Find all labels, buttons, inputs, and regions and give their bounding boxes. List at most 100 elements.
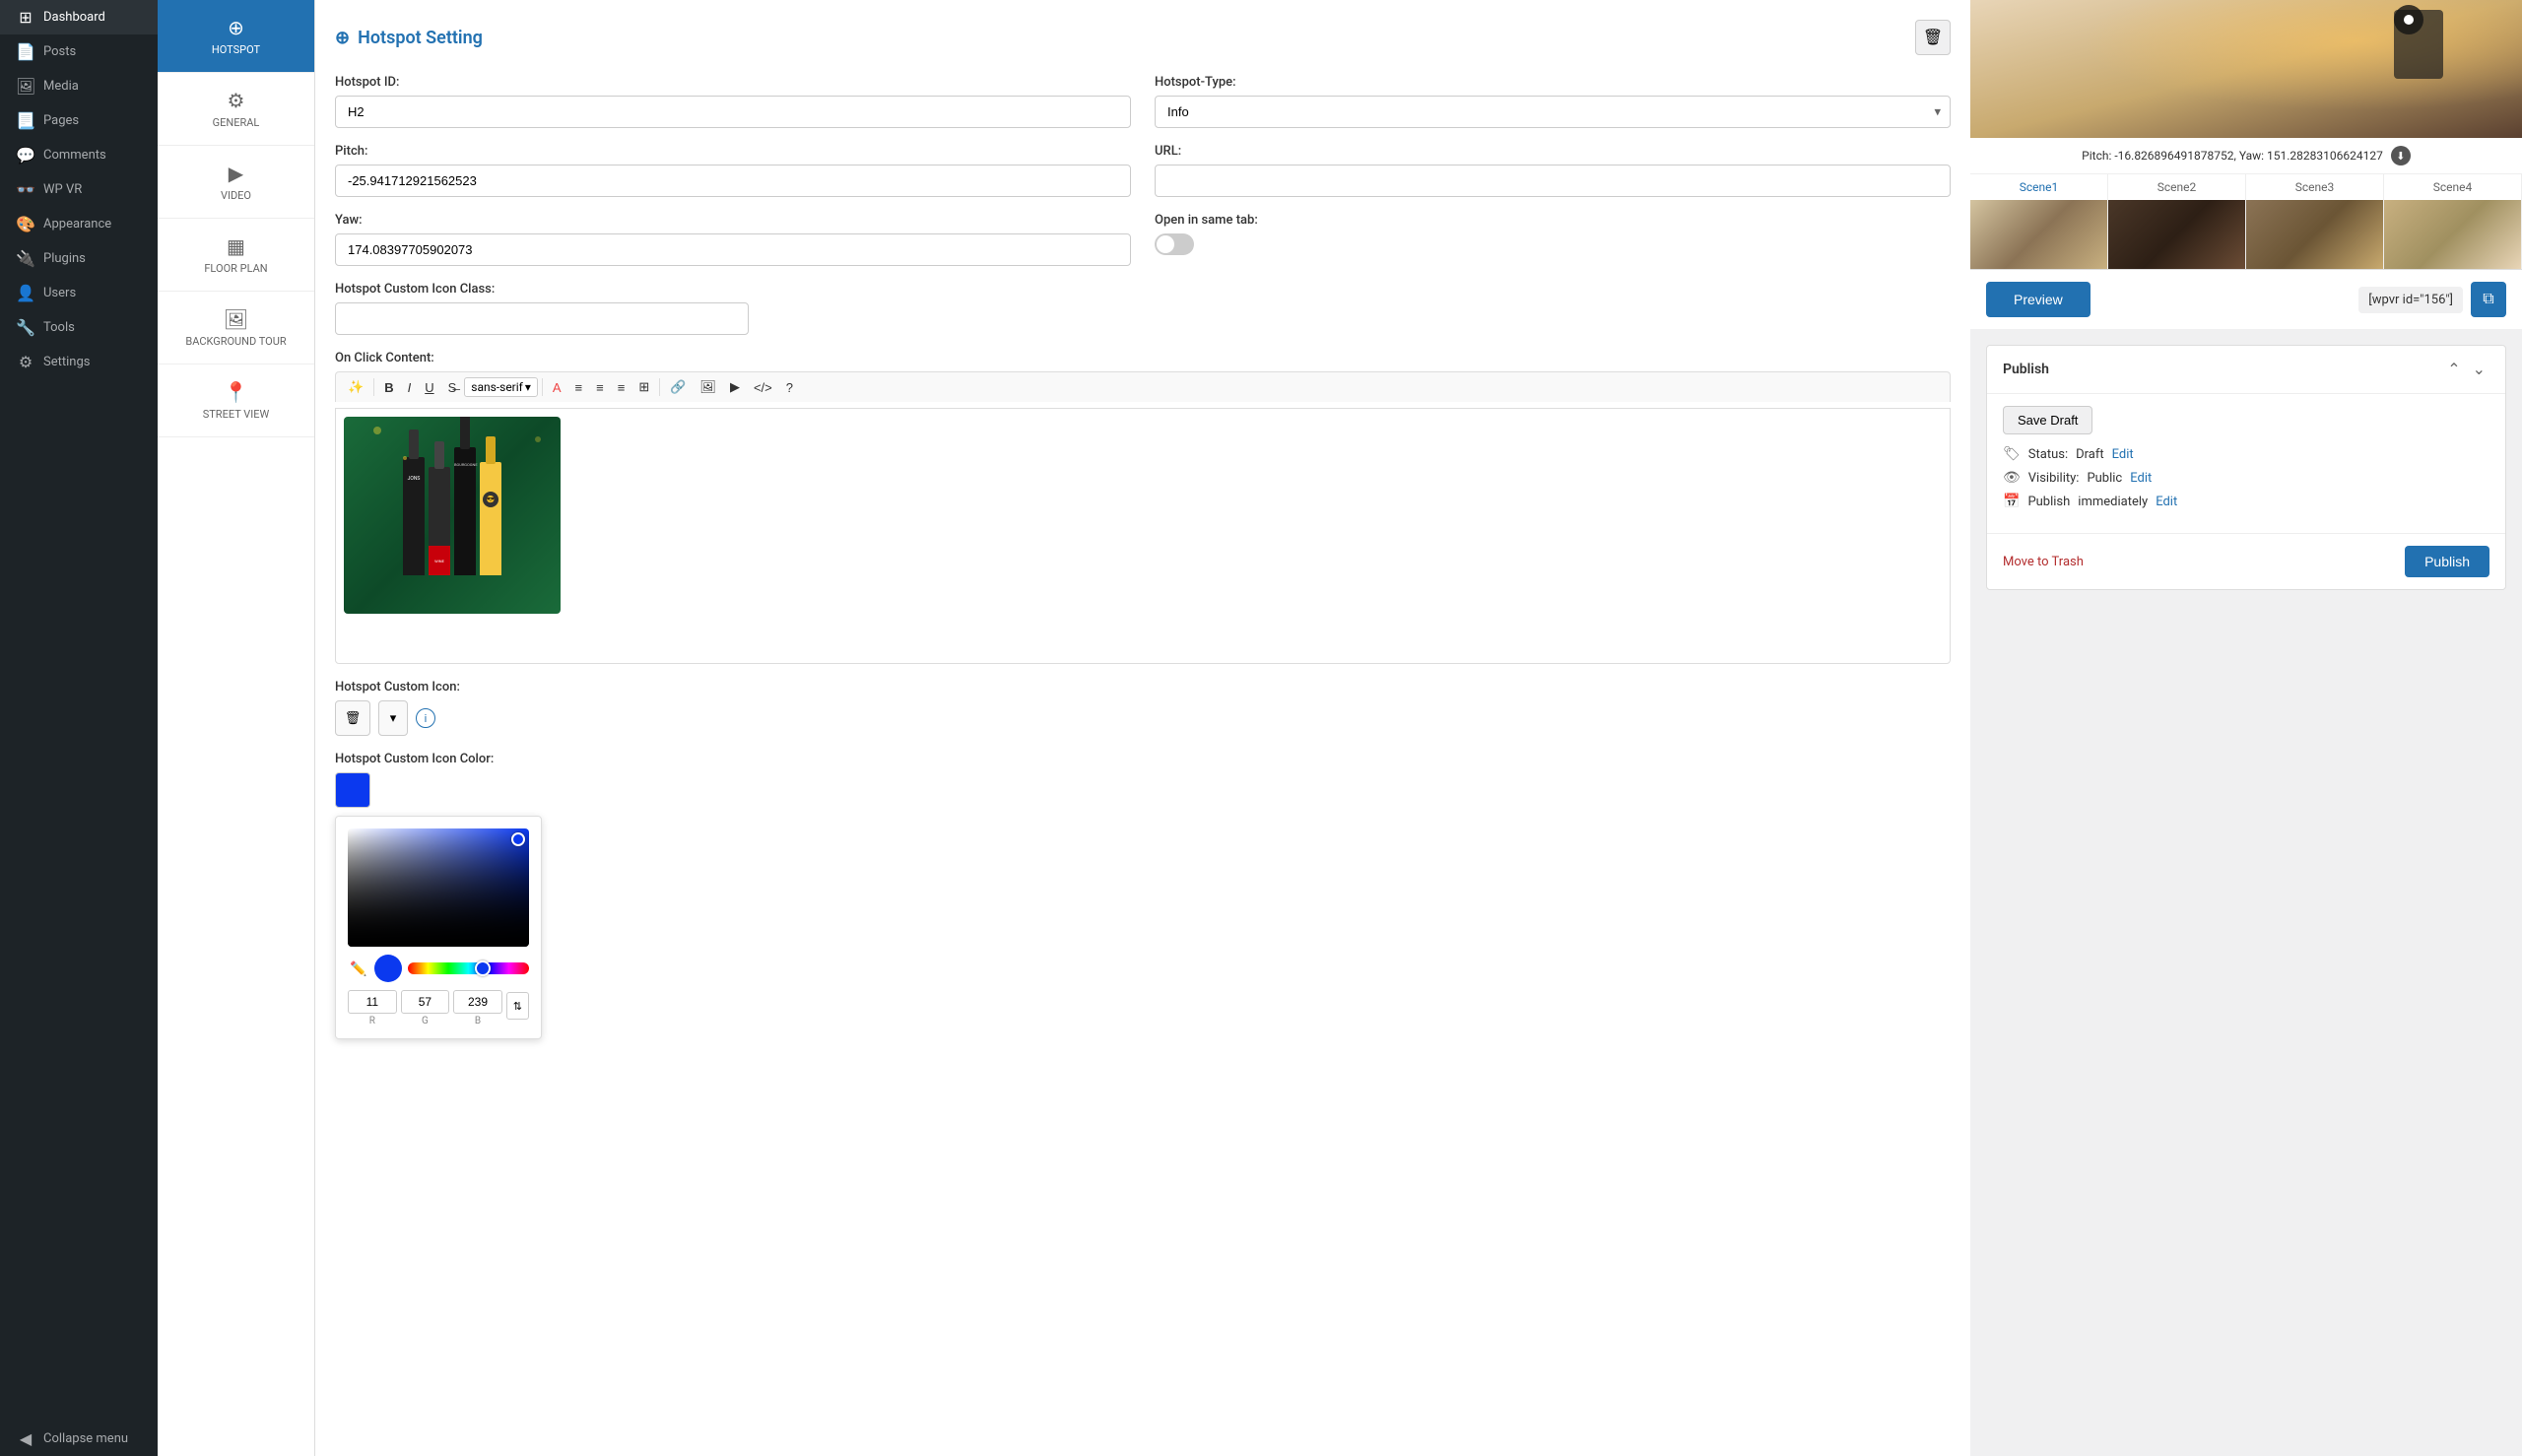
bottle-neck-4 — [486, 436, 496, 464]
custom-icon-class-group: Hotspot Custom Icon Class: — [335, 282, 1951, 335]
sidebar-item-comments[interactable]: 💬 Comments — [0, 138, 158, 172]
publish-when-edit-link[interactable]: Edit — [2156, 495, 2177, 509]
sidebar-item-plugins[interactable]: 🔌 Plugins — [0, 241, 158, 276]
sidebar-item-settings[interactable]: ⚙ Settings — [0, 345, 158, 379]
preview-button[interactable]: Preview — [1986, 282, 2091, 317]
sec-sidebar-hotspot[interactable]: ⊕ HOTSPOT — [158, 0, 314, 73]
sidebar-item-posts[interactable]: 📄 Posts — [0, 34, 158, 69]
rte-link-btn[interactable]: 🔗 — [664, 376, 692, 398]
rte-strikethrough-button[interactable]: S̶ — [442, 377, 463, 398]
media-icon: 🖼 — [16, 77, 35, 96]
scene-tab-3[interactable]: Scene3 — [2246, 174, 2384, 269]
eyedropper-button[interactable]: ✏️ — [348, 959, 368, 979]
rte-media-btn[interactable]: ▶ — [724, 376, 746, 398]
sidebar-item-collapse[interactable]: ◀ Collapse menu — [0, 1422, 158, 1456]
color-circle-handle[interactable] — [511, 832, 525, 846]
publish-collapse-down-button[interactable]: ⌄ — [2469, 358, 2489, 381]
r-input[interactable] — [348, 990, 397, 1014]
rte-font-family-dropdown[interactable]: sans-serif ▾ — [464, 377, 538, 397]
hotspot-type-select-wrapper: Info Link Custom — [1155, 96, 1951, 128]
visibility-icon: 👁 — [2003, 470, 2021, 486]
b-col: B — [453, 990, 502, 1026]
plugins-icon: 🔌 — [16, 249, 35, 268]
hotspot-panel: ⊕ Hotspot Setting 🗑 Hotspot ID: Hotspot-… — [315, 0, 1970, 1059]
secondary-sidebar: ⊕ HOTSPOT ⚙ GENERAL ▶ VIDEO ▦ FLOOR PLAN… — [158, 0, 315, 1456]
icon-info-button[interactable]: i — [416, 708, 435, 728]
sidebar-item-users[interactable]: 👤 Users — [0, 276, 158, 310]
rte-table-btn[interactable]: ⊞ — [632, 376, 655, 398]
visibility-edit-link[interactable]: Edit — [2130, 471, 2152, 486]
on-click-rte-content[interactable]: JONS WINE BOURGOGNE — [335, 408, 1951, 664]
scene-tab-3-label: Scene3 — [2290, 174, 2341, 200]
rte-code-btn[interactable]: </> — [748, 377, 778, 398]
calendar-icon: 📅 — [2003, 494, 2020, 509]
scene-thumb-img-3 — [2246, 200, 2383, 269]
move-trash-link[interactable]: Move to Trash — [2003, 555, 2084, 569]
publish-panel: Publish ⌃ ⌄ Save Draft 🏷 Status: Draft E… — [1986, 345, 2506, 590]
status-label: Status: — [2028, 447, 2068, 462]
sidebar-item-dashboard[interactable]: ⊞ Dashboard — [0, 0, 158, 34]
g-label: G — [422, 1016, 429, 1026]
sidebar-item-appearance[interactable]: 🎨 Appearance — [0, 207, 158, 241]
scene-tab-2[interactable]: Scene2 — [2108, 174, 2246, 269]
b-input[interactable] — [453, 990, 502, 1014]
color-gradient[interactable] — [348, 828, 529, 947]
rte-bullet-btn[interactable]: ≡ — [569, 377, 589, 398]
status-edit-link[interactable]: Edit — [2112, 447, 2134, 462]
rte-image-btn[interactable]: 🖼 — [694, 376, 722, 398]
pitch-yaw-text: Pitch: -16.826896491878752, Yaw: 151.282… — [2082, 149, 2383, 163]
scene-tab-1[interactable]: Scene1 — [1970, 174, 2108, 269]
hotspot-type-select[interactable]: Info Link Custom — [1155, 96, 1951, 128]
scene-thumb-img-1 — [1970, 200, 2107, 269]
copy-shortcode-button[interactable]: ⧉ — [2471, 282, 2506, 317]
sec-sidebar-general[interactable]: ⚙ GENERAL — [158, 73, 314, 146]
sec-sidebar-label: FLOOR PLAN — [204, 262, 267, 275]
rte-numbered-btn[interactable]: ≡ — [590, 377, 610, 398]
main-sidebar: ⊞ Dashboard 📄 Posts 🖼 Media 📃 Pages 💬 Co… — [0, 0, 158, 1456]
rte-align-btn[interactable]: ≡ — [612, 377, 631, 398]
preview-image — [1970, 0, 2522, 138]
pitch-input[interactable] — [335, 165, 1131, 197]
appearance-icon: 🎨 — [16, 215, 35, 233]
sidebar-item-tools[interactable]: 🔧 Tools — [0, 310, 158, 345]
download-icon[interactable]: ⬇ — [2391, 146, 2411, 165]
middle-panel: ⊕ Hotspot Setting 🗑 Hotspot ID: Hotspot-… — [315, 0, 1970, 1456]
rte-help-btn[interactable]: ? — [780, 377, 799, 398]
rte-content-inner: JONS WINE BOURGOGNE — [336, 409, 1950, 622]
sec-sidebar-street-view[interactable]: 📍 STREET VIEW — [158, 364, 314, 437]
url-input[interactable] — [1155, 165, 1951, 197]
rainbow-slider-thumb[interactable] — [475, 960, 491, 976]
delete-hotspot-button[interactable]: 🗑 — [1915, 20, 1951, 55]
color-swatch[interactable] — [335, 772, 370, 808]
sidebar-item-wpvr[interactable]: 👓 WP VR — [0, 172, 158, 207]
rte-divider-3 — [659, 378, 660, 396]
icon-dropdown-button[interactable]: ▾ — [378, 700, 408, 736]
rgb-switch-button[interactable]: ⇅ — [506, 992, 529, 1020]
visibility-label: Visibility: — [2028, 471, 2080, 486]
rte-italic-button[interactable]: I — [402, 377, 418, 398]
scene-tab-4[interactable]: Scene4 — [2384, 174, 2522, 269]
rte-magic-btn[interactable]: ✨ — [342, 376, 369, 398]
sidebar-item-media[interactable]: 🖼 Media — [0, 69, 158, 103]
rte-underline-button[interactable]: U — [419, 377, 439, 398]
sec-sidebar-background-tour[interactable]: 🖼 BACKGROUND TOUR — [158, 292, 314, 364]
hotspot-id-group: Hotspot ID: — [335, 75, 1131, 128]
custom-icon-box[interactable]: 🗑 — [335, 700, 370, 736]
chevron-down-icon: ▾ — [390, 711, 397, 726]
rte-bold-button[interactable]: B — [378, 377, 399, 398]
publish-collapse-up-button[interactable]: ⌃ — [2443, 358, 2464, 381]
open-same-tab-toggle[interactable] — [1155, 233, 1194, 255]
sidebar-item-label: Comments — [43, 148, 106, 163]
rainbow-slider[interactable] — [408, 962, 529, 974]
g-input[interactable] — [401, 990, 450, 1014]
rte-color-btn[interactable]: A — [547, 377, 567, 398]
sec-sidebar-video[interactable]: ▶ VIDEO — [158, 146, 314, 219]
hotspot-id-input[interactable] — [335, 96, 1131, 128]
custom-icon-class-input[interactable] — [335, 302, 749, 335]
save-draft-button[interactable]: Save Draft — [2003, 406, 2092, 434]
sidebar-item-pages[interactable]: 📃 Pages — [0, 103, 158, 138]
publish-button[interactable]: Publish — [2405, 546, 2489, 577]
sec-sidebar-floor-plan[interactable]: ▦ FLOOR PLAN — [158, 219, 314, 292]
yaw-input[interactable] — [335, 233, 1131, 266]
rte-font-family-value: sans-serif — [471, 380, 523, 394]
